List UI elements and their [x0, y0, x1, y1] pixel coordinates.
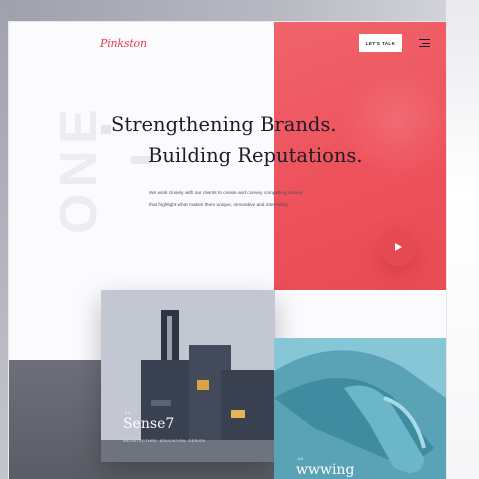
brand-logo[interactable]: Pinkston: [100, 37, 147, 50]
hero-headline-line-1: Strengthening Brands.: [111, 113, 337, 136]
project-number: 02: [298, 456, 304, 461]
project-number: 01: [125, 410, 131, 415]
headline-accent-block: [101, 125, 111, 134]
hero-intro-text: We work closely with our clients to crea…: [149, 188, 349, 212]
window-right-margin: [446, 0, 479, 479]
project-title: Sense7: [123, 416, 175, 432]
play-icon: [395, 243, 402, 251]
hamburger-icon[interactable]: [419, 38, 431, 48]
menu-line: [422, 42, 430, 44]
play-video-button[interactable]: [379, 228, 417, 266]
menu-line: [419, 46, 430, 48]
landing-page: Pinkston LET'S TALK ONE Strengthening Br…: [9, 22, 446, 479]
building-illustration: [101, 290, 275, 462]
project-card-wwwing[interactable]: 02 wwwing: [274, 338, 446, 479]
intro-line: We work closely with our clients to crea…: [149, 191, 303, 196]
project-card-sense7[interactable]: 01 Sense7 ARCHITECTURE, EDUCATION, DESIG…: [101, 290, 275, 462]
window-top-border: [0, 0, 479, 22]
window-left-border: [0, 0, 9, 479]
menu-line: [419, 39, 430, 41]
intro-line: that highlight what makes them unique, i…: [149, 203, 290, 208]
project-tags: ARCHITECTURE, EDUCATION, DESIGN: [123, 439, 206, 443]
lets-talk-button[interactable]: LET'S TALK: [359, 34, 402, 52]
background-vertical-word: ONE: [50, 103, 108, 234]
project-title: wwwing: [296, 462, 355, 478]
hero-headline-line-2: Building Reputations.: [148, 144, 363, 167]
